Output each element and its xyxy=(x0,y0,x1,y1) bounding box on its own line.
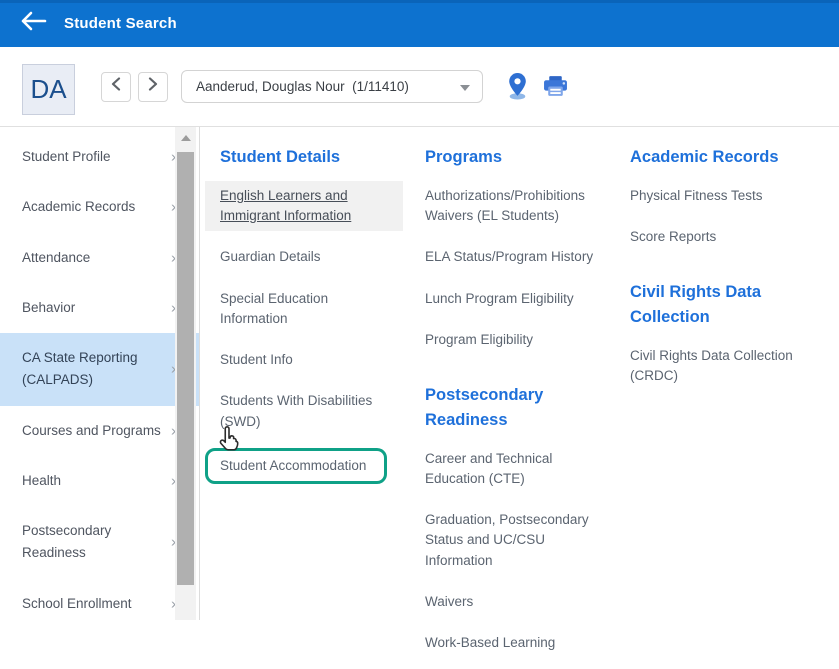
section-heading-civil-rights-data-collection[interactable]: Civil Rights Data Collection xyxy=(615,280,815,330)
student-selector-value: Aanderud, Douglas Nour (1/11410) xyxy=(196,79,409,94)
sidebar-item-label: Postsecondary Readiness xyxy=(22,523,111,560)
menu-link-special-education-information[interactable]: Special Education Information xyxy=(205,284,403,335)
main-columns: Student Details English Learners and Immi… xyxy=(200,127,839,620)
menu-link-authorizations-prohibitions-waivers-el-students[interactable]: Authorizations/Prohibitions Waivers (EL … xyxy=(410,181,610,232)
menu-column-1: Student Details English Learners and Immi… xyxy=(205,145,403,495)
menu-column-3: Academic Records Physical Fitness Tests Sc… xyxy=(615,145,815,402)
menu-link-score-reports[interactable]: Score Reports xyxy=(615,222,815,252)
menu-column-2: Programs Authorizations/Prohibitions Waiv… xyxy=(410,145,610,669)
chevron-left-icon xyxy=(110,77,122,96)
section-heading-student-details[interactable]: Student Details xyxy=(205,145,403,170)
student-selector[interactable]: Aanderud, Douglas Nour (1/11410) xyxy=(181,70,483,103)
arrow-left-icon xyxy=(20,11,47,36)
previous-student-button[interactable] xyxy=(101,72,131,102)
sidebar: Student Profile›Academic Records›Attenda… xyxy=(0,127,200,620)
menu-section-programs: Programs Authorizations/Prohibitions Waiv… xyxy=(410,145,610,355)
menu-link-guardian-details[interactable]: Guardian Details xyxy=(205,242,403,272)
menu-link-work-based-learning[interactable]: Work-Based Learning xyxy=(410,628,610,658)
menu-link-ela-status-program-history[interactable]: ELA Status/Program History xyxy=(410,242,610,272)
sidebar-item-postsecondary-readiness[interactable]: Postsecondary Readiness› xyxy=(0,506,199,579)
sidebar-item-label: Courses and Programs xyxy=(22,423,161,438)
sidebar-item-health[interactable]: Health› xyxy=(0,456,199,506)
scrollbar-up-button[interactable] xyxy=(175,127,196,148)
sidebar-scrollbar[interactable] xyxy=(175,127,196,620)
section-heading-academic-records[interactable]: Academic Records xyxy=(615,145,815,170)
section-heading-programs[interactable]: Programs xyxy=(410,145,610,170)
scrollbar-thumb[interactable] xyxy=(177,152,194,585)
sidebar-item-courses-and-programs[interactable]: Courses and Programs› xyxy=(0,406,199,456)
menu-link-program-eligibility[interactable]: Program Eligibility xyxy=(410,325,610,355)
sidebar-item-label: Behavior xyxy=(22,300,75,315)
menu-link-career-and-technical-education-cte[interactable]: Career and Technical Education (CTE) xyxy=(410,444,610,495)
menu-link-student-info[interactable]: Student Info xyxy=(205,345,403,375)
menu-link-physical-fitness-tests[interactable]: Physical Fitness Tests xyxy=(615,181,815,211)
sidebar-item-school-enrollment[interactable]: School Enrollment› xyxy=(0,579,199,629)
menu-link-student-accommodation[interactable]: Student Accommodation xyxy=(205,448,387,484)
back-button[interactable] xyxy=(20,12,50,36)
menu-section-academic-records: Academic Records Physical Fitness Tests Sc… xyxy=(615,145,815,252)
sidebar-nav: Student Profile›Academic Records›Attenda… xyxy=(0,132,199,629)
sidebar-item-label: Academic Records xyxy=(22,199,135,214)
menu-link-lunch-program-eligibility[interactable]: Lunch Program Eligibility xyxy=(410,284,610,314)
avatar: DA xyxy=(22,64,75,115)
location-pin-icon[interactable] xyxy=(507,73,528,100)
sidebar-item-label: CA State Reporting (CALPADS) xyxy=(22,350,138,387)
sidebar-item-ca-state-reporting-calpads[interactable]: CA State Reporting (CALPADS)› xyxy=(0,333,199,406)
printer-icon[interactable] xyxy=(543,75,568,98)
section-heading-postsecondary-readiness[interactable]: Postsecondary Readiness xyxy=(410,383,610,433)
toolbar-icons xyxy=(507,73,568,100)
sidebar-item-student-profile[interactable]: Student Profile› xyxy=(0,132,199,182)
sidebar-item-label: School Enrollment xyxy=(22,596,132,611)
menu-section-postsecondary-readiness: Postsecondary Readiness Career and Techni… xyxy=(410,383,610,658)
menu-section-student-details: Student Details English Learners and Immi… xyxy=(205,145,403,484)
sidebar-item-label: Health xyxy=(22,473,61,488)
content-area: Student Profile›Academic Records›Attenda… xyxy=(0,127,839,620)
sidebar-item-label: Student Profile xyxy=(22,149,111,164)
caret-down-icon xyxy=(460,85,470,91)
app-bar: Student Search xyxy=(0,0,839,47)
sidebar-item-behavior[interactable]: Behavior› xyxy=(0,283,199,333)
menu-link-english-learners-and-immigrant-information[interactable]: English Learners and Immigrant Informati… xyxy=(205,181,403,232)
page-title: Student Search xyxy=(64,15,177,32)
menu-link-students-with-disabilities-swd[interactable]: Students With Disabilities (SWD) xyxy=(205,386,403,437)
sidebar-item-academic-records[interactable]: Academic Records› xyxy=(0,182,199,232)
menu-link-graduation-postsecondary-status-and-uc-csu-information[interactable]: Graduation, Postsecondary Status and UC/… xyxy=(410,505,610,576)
menu-link-civil-rights-data-collection-crdc[interactable]: Civil Rights Data Collection (CRDC) xyxy=(615,341,815,392)
sidebar-item-label: Attendance xyxy=(22,250,90,265)
chevron-right-icon xyxy=(147,77,159,96)
toolbar: DA Aanderud, Douglas Nour (1/11410) xyxy=(0,47,839,127)
menu-link-waivers[interactable]: Waivers xyxy=(410,587,610,617)
sidebar-item-attendance[interactable]: Attendance› xyxy=(0,233,199,283)
menu-section-civil-rights-data-collection: Civil Rights Data Collection Civil Rights… xyxy=(615,280,815,391)
next-student-button[interactable] xyxy=(138,72,168,102)
